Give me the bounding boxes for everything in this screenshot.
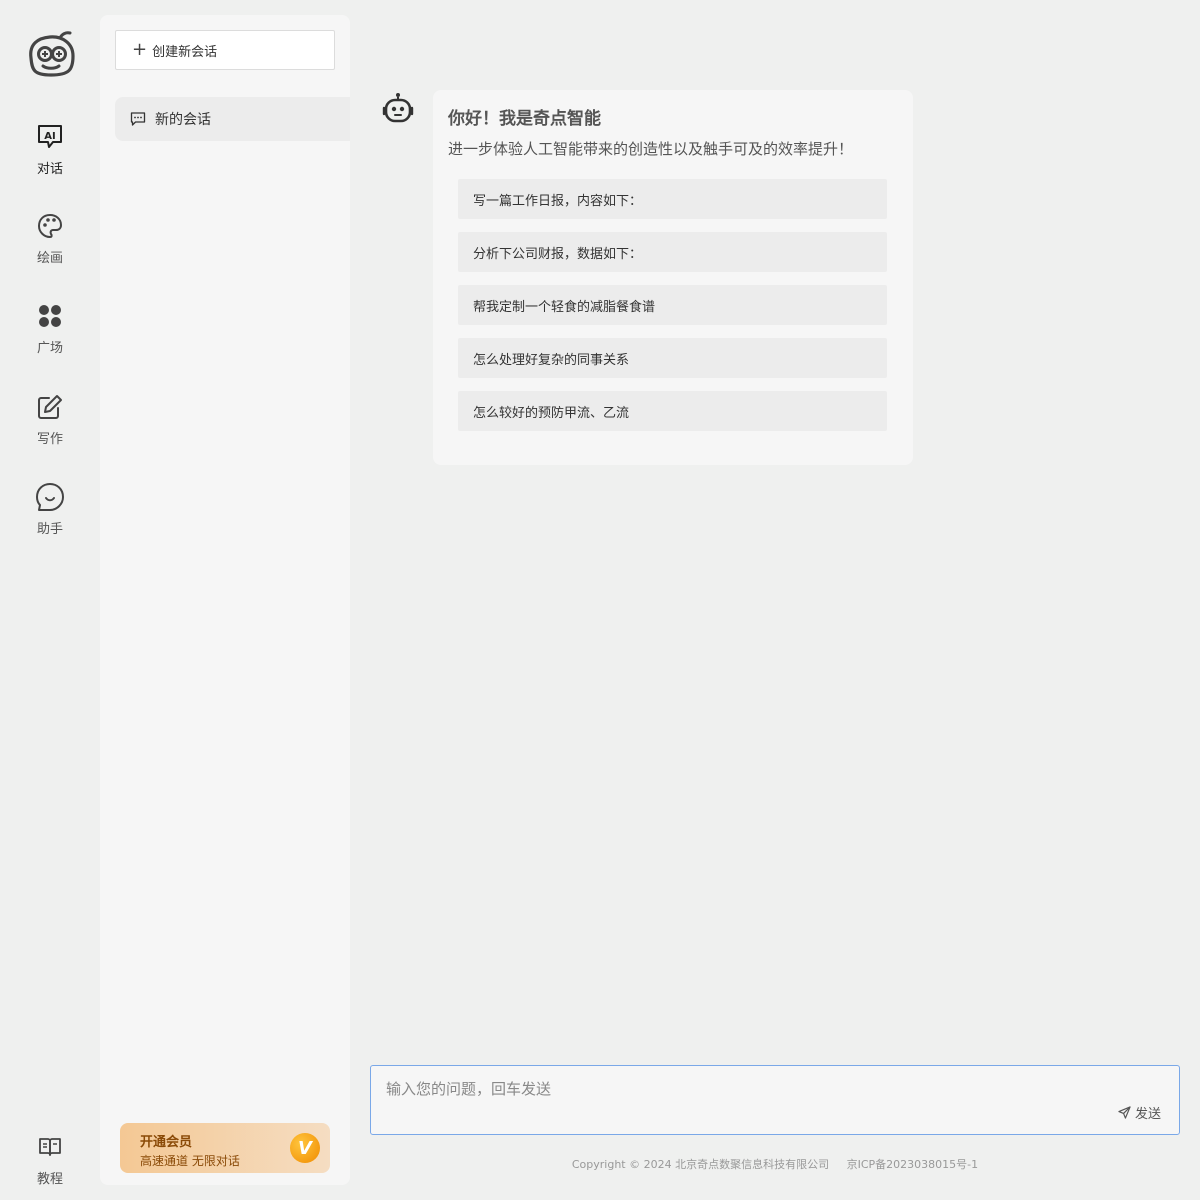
palette-icon: [35, 211, 65, 241]
grid-dots-icon: [35, 301, 65, 331]
logo-face-icon: [29, 31, 75, 77]
send-icon: [1118, 1106, 1131, 1119]
conversation-item[interactable]: 新的会话: [115, 97, 350, 141]
nav-item-chat[interactable]: AI 对话: [20, 122, 80, 188]
conversation-sidebar: + 创建新会话 新的会话 开通会员 高速通道 无限对话 V: [100, 15, 350, 1185]
nav-label: 写作: [36, 432, 63, 447]
welcome-title: 你好！我是奇点智能: [448, 109, 601, 129]
nav-item-assistant[interactable]: 助手: [20, 482, 80, 548]
message-input[interactable]: [371, 1066, 1179, 1134]
nav-label: 对话: [36, 162, 63, 177]
vip-badge-icon: V: [290, 1133, 320, 1163]
nav-label: 助手: [36, 522, 63, 537]
ai-chat-icon: AI: [35, 122, 65, 152]
suggestion-item[interactable]: 怎么处理好复杂的同事关系: [458, 338, 887, 378]
send-label: 发送: [1134, 1107, 1161, 1122]
main-nav: AI 对话 绘画 广场 写作 助手 教程: [0, 0, 100, 1200]
app-logo[interactable]: [24, 28, 78, 82]
chat-bubble-icon: [130, 112, 146, 126]
plus-icon: +: [132, 39, 148, 60]
footer: Copyright © 2024 北京奇点数聚信息科技有限公司 京ICP备202…: [370, 1156, 1180, 1172]
create-new-chat-label: 创建新会话: [152, 44, 218, 60]
message-input-box: 发送: [370, 1065, 1180, 1135]
send-button[interactable]: 发送: [1118, 1103, 1161, 1122]
welcome-card: 你好！我是奇点智能 进一步体验人工智能带来的创造性以及触手可及的效率提升！ 写一…: [433, 90, 913, 465]
nav-item-write[interactable]: 写作: [20, 392, 80, 458]
svg-text:AI: AI: [44, 131, 55, 142]
welcome-subtitle: 进一步体验人工智能带来的创造性以及触手可及的效率提升！: [448, 140, 854, 158]
suggestion-item[interactable]: 帮我定制一个轻食的减脂餐食谱: [458, 285, 887, 325]
suggestion-item[interactable]: 写一篇工作日报，内容如下：: [458, 179, 887, 219]
suggestion-item[interactable]: 怎么较好的预防甲流、乙流: [458, 391, 887, 431]
nav-label: 广场: [36, 341, 63, 356]
copyright-text: Copyright © 2024 北京奇点数聚信息科技有限公司: [571, 1158, 830, 1171]
suggestion-item[interactable]: 分析下公司财报，数据如下：: [458, 232, 887, 272]
create-new-chat-button[interactable]: + 创建新会话: [115, 30, 335, 70]
nav-label: 绘画: [36, 251, 63, 266]
smile-bubble-icon: [35, 482, 65, 512]
suggestion-list: 写一篇工作日报，内容如下： 分析下公司财报，数据如下： 帮我定制一个轻食的减脂餐…: [448, 179, 898, 431]
nav-item-square[interactable]: 广场: [20, 301, 80, 367]
edit-icon: [35, 392, 65, 422]
nav-item-draw[interactable]: 绘画: [20, 211, 80, 277]
icp-link[interactable]: 京ICP备2023038015号-1: [847, 1158, 979, 1171]
conversation-title: 新的会话: [155, 112, 211, 128]
nav-label: 教程: [36, 1172, 63, 1187]
book-icon: [35, 1132, 65, 1162]
robot-avatar-icon: [382, 92, 414, 124]
nav-item-tutorial[interactable]: 教程: [20, 1132, 80, 1198]
vip-membership-banner[interactable]: 开通会员 高速通道 无限对话 V: [120, 1123, 330, 1173]
